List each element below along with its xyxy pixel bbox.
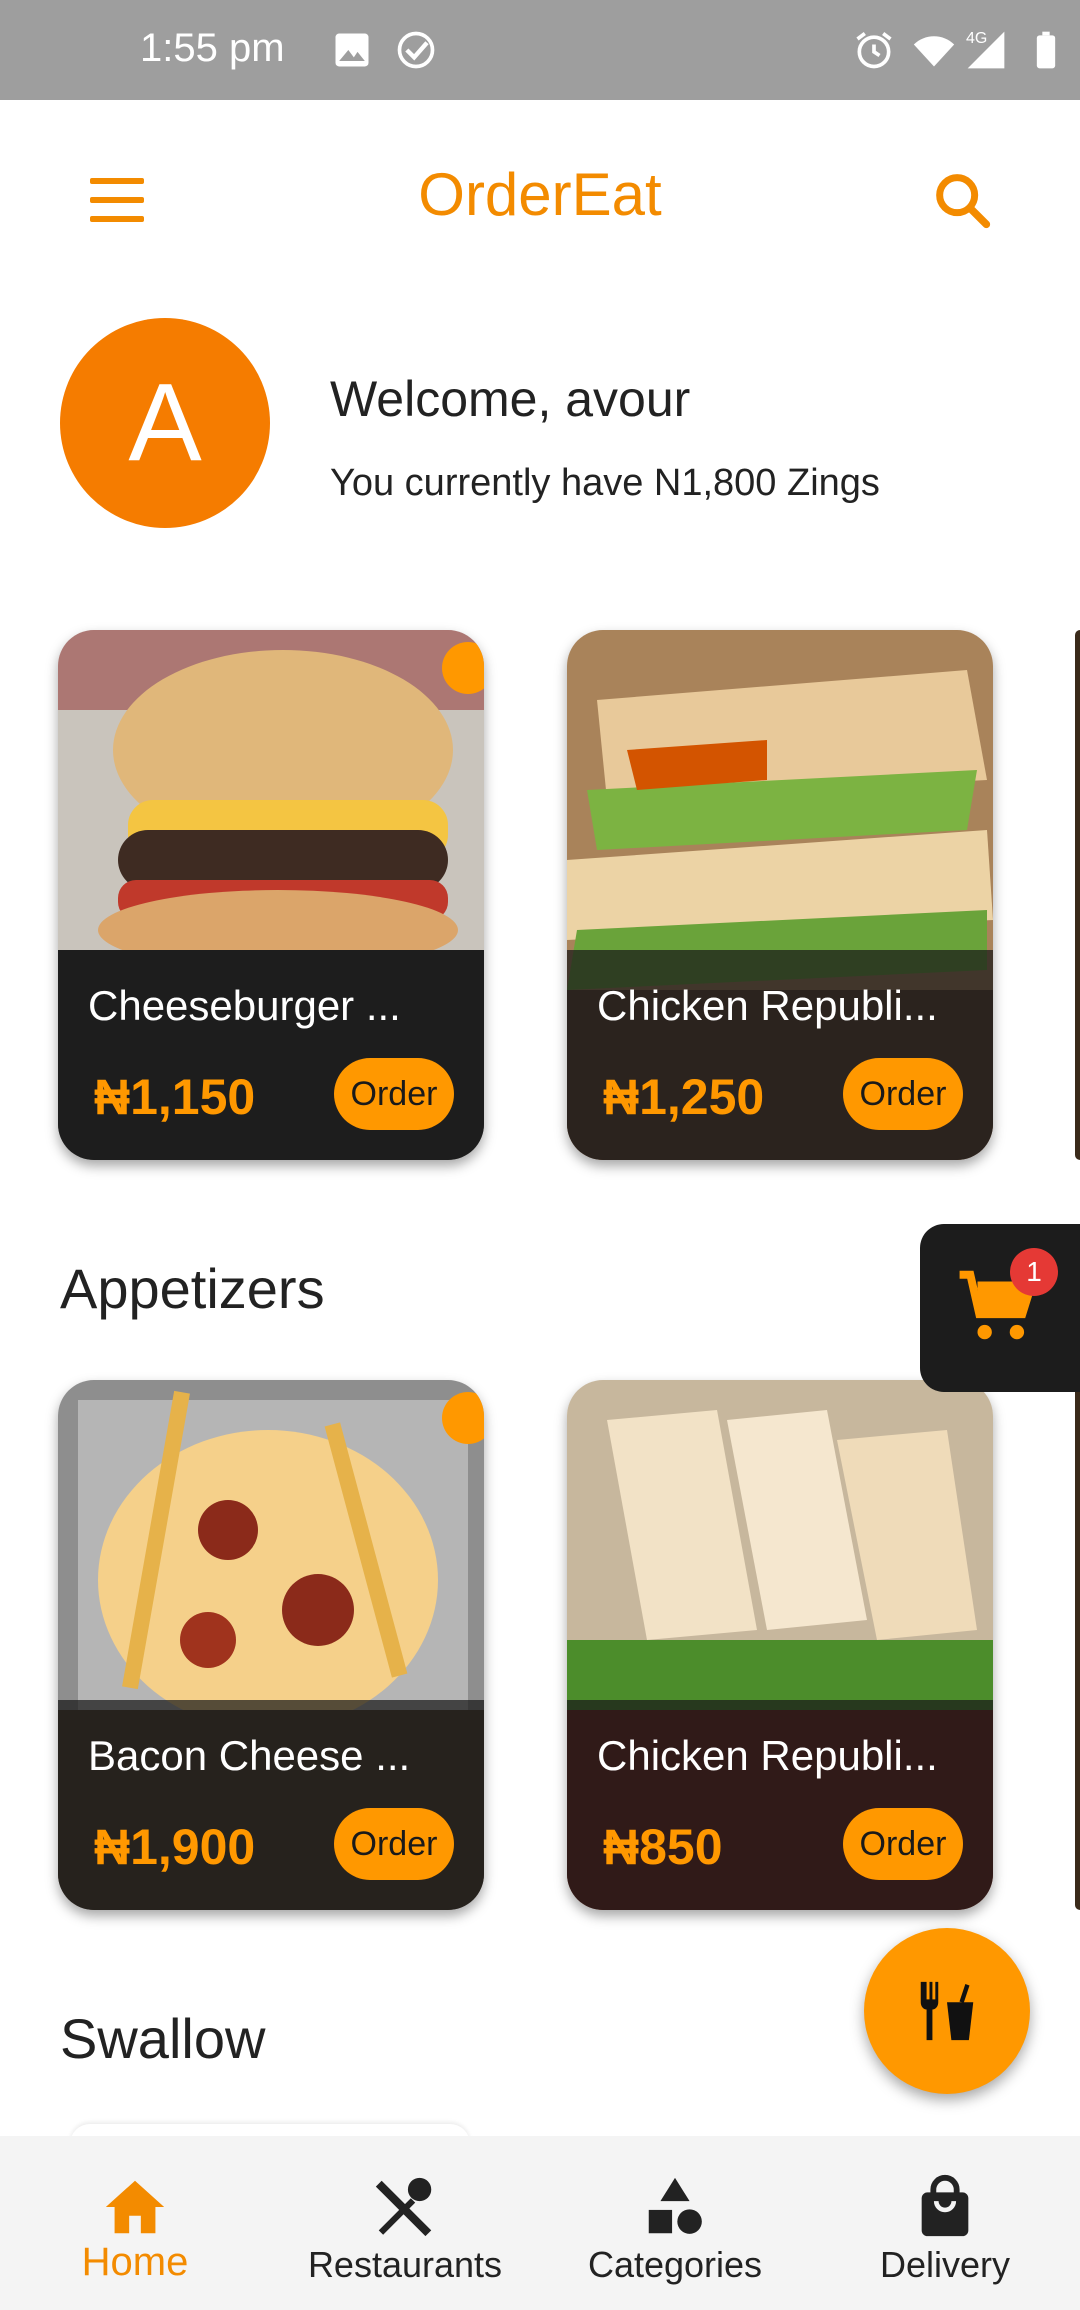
nav-label: Categories (587, 2244, 763, 2285)
status-time: 1:55 pm (140, 26, 285, 70)
bag-icon (921, 2175, 969, 2237)
wifi-icon (913, 36, 955, 67)
item-price: ₦1,250 (603, 1069, 765, 1125)
nav-label: Home (81, 2240, 189, 2284)
alarm-icon (856, 32, 892, 69)
food-card[interactable]: Bacon Cheese ... ₦1,900 Order (58, 1380, 484, 1910)
nav-categories[interactable]: Categories (540, 2136, 810, 2310)
food-card[interactable]: Chicken Republi... ₦850 Order (567, 1380, 993, 1910)
utensils-icon (375, 2177, 432, 2237)
next-card-peek (1075, 1380, 1080, 1910)
nav-label: Delivery (879, 2244, 1011, 2285)
order-button[interactable]: Order (334, 1058, 454, 1130)
utensils-drink-icon (920, 1981, 974, 2041)
section-title-swallow: Swallow (60, 2007, 266, 2070)
zings-balance: You currently have N1,800 Zings (330, 462, 880, 504)
welcome-text: Welcome, avour (330, 371, 691, 427)
battery-icon (1036, 31, 1056, 69)
nav-delivery[interactable]: Delivery (810, 2136, 1080, 2310)
item-name: Cheeseburger ... (88, 982, 401, 1029)
nav-home[interactable]: Home (0, 2136, 270, 2310)
item-name: Bacon Cheese ... (88, 1732, 411, 1779)
image-icon (335, 33, 369, 67)
order-button[interactable]: Order (334, 1808, 454, 1880)
next-card-peek (1075, 630, 1080, 1160)
order-button[interactable]: Order (843, 1808, 963, 1880)
shapes-icon (648, 2177, 702, 2234)
food-card[interactable]: Chicken Republi... ₦1,250 Order (567, 630, 993, 1160)
item-price: ₦850 (603, 1819, 723, 1875)
cart-button[interactable]: 1 (920, 1224, 1080, 1392)
section-title-appetizers: Appetizers (60, 1257, 325, 1320)
order-button[interactable]: Order (843, 1058, 963, 1130)
bottom-navigation: Home Restaurants Categories Delivery (0, 2136, 1080, 2310)
cart-count-badge: 1 (1010, 1248, 1058, 1296)
item-name: Chicken Republi... (597, 1732, 938, 1779)
restaurants-fab[interactable] (864, 1928, 1030, 2094)
signal-icon (967, 31, 1005, 69)
app-bar: OrderEat (0, 100, 1080, 300)
nav-label: Restaurants (307, 2244, 503, 2285)
item-price: ₦1,900 (94, 1819, 256, 1875)
nav-restaurants[interactable]: Restaurants (270, 2136, 540, 2310)
item-name: Chicken Republi... (597, 982, 938, 1029)
check-circle-icon (397, 31, 435, 69)
home-icon (105, 2180, 165, 2234)
app-title: OrderEat (418, 161, 662, 228)
food-card[interactable]: Cheeseburger ... ₦1,150 Order (58, 630, 484, 1160)
item-price: ₦1,150 (94, 1069, 256, 1125)
status-bar: 1:55 pm 4G (0, 0, 1080, 100)
avatar[interactable]: A (60, 318, 270, 528)
search-icon[interactable] (928, 166, 998, 236)
